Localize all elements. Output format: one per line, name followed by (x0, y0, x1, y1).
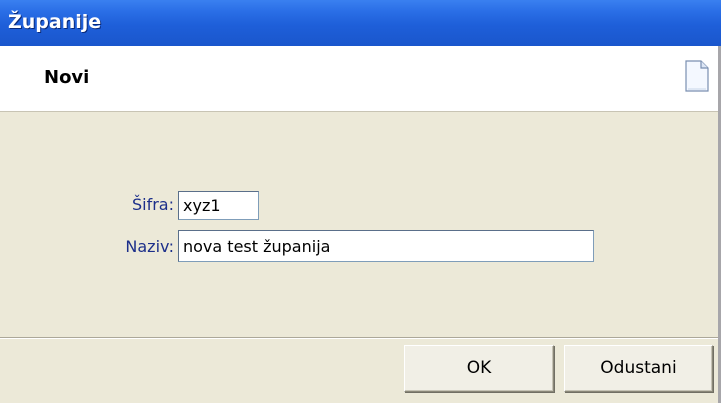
button-bar: OK Odustani (0, 337, 721, 403)
form-header: Novi (0, 46, 721, 112)
form-mode-title: Novi (44, 67, 90, 88)
sifra-input[interactable] (178, 191, 259, 220)
window-title: Županije (8, 11, 102, 33)
ok-button[interactable]: OK (404, 345, 554, 392)
form-area: Šifra: Naziv: (0, 112, 721, 337)
dialog-window: Županije Novi Šifra: Naziv: OK Odustani (0, 0, 721, 403)
sifra-label: Šifra: (131, 195, 174, 214)
naziv-input[interactable] (178, 230, 594, 262)
naziv-label: Naziv: (125, 237, 174, 256)
document-icon (685, 60, 709, 92)
cancel-button[interactable]: Odustani (564, 345, 713, 392)
title-bar[interactable]: Županije (0, 0, 721, 46)
